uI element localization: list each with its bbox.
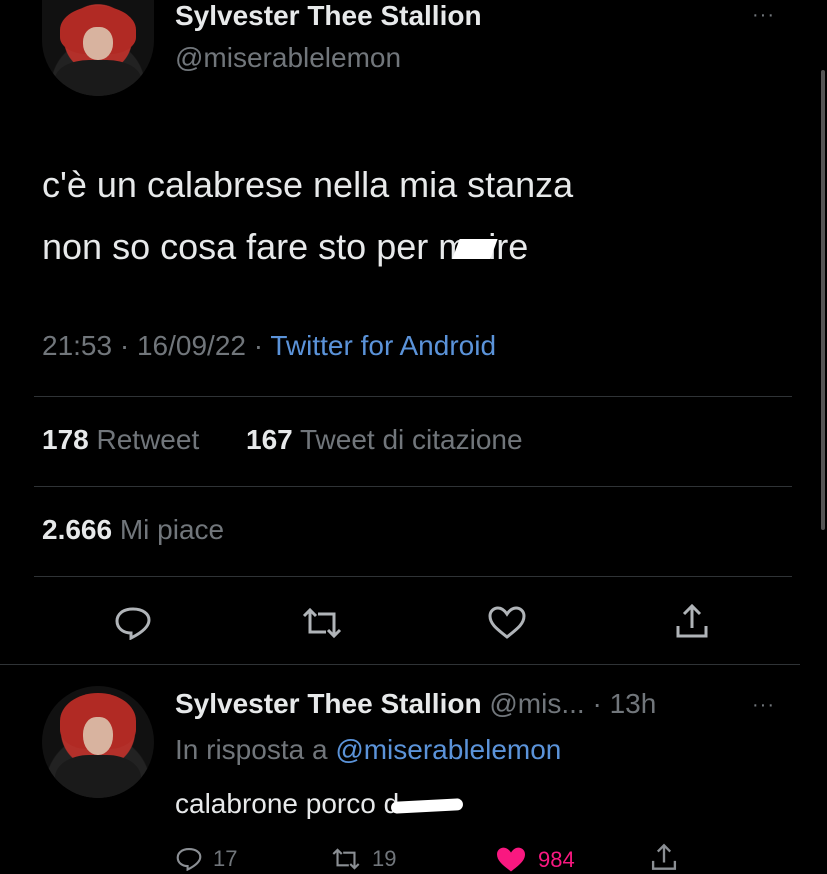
divider <box>34 576 792 577</box>
reply-more-options-button[interactable]: ··· <box>752 694 775 717</box>
meta-separator: · <box>245 330 271 361</box>
share-icon[interactable] <box>674 602 710 640</box>
retweet-stats[interactable]: 178 Retweet <box>42 424 199 456</box>
divider <box>34 486 792 487</box>
more-options-button[interactable]: ··· <box>752 4 775 27</box>
quotes-count: 167 <box>246 424 293 455</box>
tweet-date[interactable]: 16/09/22 <box>137 330 246 361</box>
reply-retweet-count: 19 <box>372 846 397 871</box>
reply-header: Sylvester Thee Stallion @mis... · 13h <box>175 688 656 720</box>
reply-like-count: 984 <box>538 847 575 872</box>
reply-icon[interactable] <box>114 606 152 640</box>
author-avatar[interactable] <box>42 0 154 96</box>
tweet-meta: 21:53 · 16/09/22 · Twitter for Android <box>42 330 496 362</box>
retweets-label: Retweet <box>96 424 200 455</box>
reply-author-handle[interactable]: @mis... <box>489 688 584 719</box>
tweet-time[interactable]: 21:53 <box>42 330 112 361</box>
tweet-text-line2: non so cosa fare sto per m ire <box>42 226 529 267</box>
retweets-count: 178 <box>42 424 89 455</box>
like-stats[interactable]: 2.666 Mi piace <box>42 514 224 546</box>
likes-label: Mi piace <box>119 514 225 545</box>
reply-time[interactable]: 13h <box>610 688 657 719</box>
quotes-label: Tweet di citazione <box>300 424 523 455</box>
reply-share-icon[interactable] <box>650 842 678 872</box>
reply-author-name[interactable]: Sylvester Thee Stallion <box>175 688 482 719</box>
reply-text-content: calabrone porco d <box>175 788 400 819</box>
author-handle[interactable]: @miserablelemon <box>175 42 401 74</box>
reply-retweet-action[interactable]: 19 <box>330 846 396 872</box>
meta-separator: · <box>584 688 610 719</box>
retweet-icon <box>330 847 362 871</box>
author-name[interactable]: Sylvester Thee Stallion <box>175 0 482 32</box>
reply-reply-action[interactable]: 17 <box>175 846 237 872</box>
scrollbar[interactable] <box>821 70 825 530</box>
censor-mark <box>390 797 464 814</box>
like-icon[interactable] <box>487 606 527 640</box>
reply-context: In risposta a @miserablelemon <box>175 734 561 766</box>
reply-text: calabrone porco d <box>175 788 464 820</box>
divider <box>34 396 792 397</box>
censor-mark <box>452 239 498 260</box>
reply-count: 17 <box>213 846 238 871</box>
reply-author-avatar[interactable] <box>42 686 154 798</box>
meta-separator: · <box>112 330 137 361</box>
in-reply-handle-link[interactable]: @miserablelemon <box>335 734 561 765</box>
quote-stats[interactable]: 167 Tweet di citazione <box>246 424 523 456</box>
likes-count: 2.666 <box>42 514 113 545</box>
reply-icon <box>175 847 203 871</box>
tweet-source-link[interactable]: Twitter for Android <box>270 330 496 361</box>
tweet-text: c'è un calabrese nella mia stanza non so… <box>42 154 573 278</box>
in-reply-prefix: In risposta a <box>175 734 336 765</box>
divider <box>0 664 800 665</box>
tweet-text-line1: c'è un calabrese nella mia stanza <box>42 164 574 205</box>
retweet-icon[interactable] <box>300 606 344 640</box>
